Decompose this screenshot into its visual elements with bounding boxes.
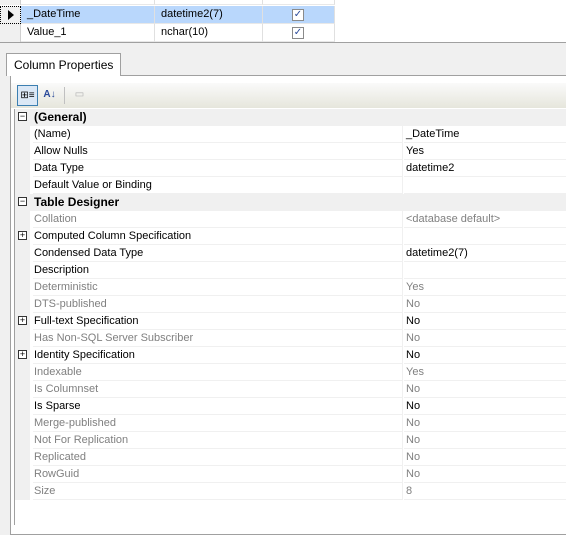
property-name: Allow Nulls xyxy=(33,143,403,160)
property-row[interactable]: Deterministic Yes xyxy=(15,279,566,296)
property-name: (Name) xyxy=(33,126,403,143)
property-value: No xyxy=(404,432,566,449)
property-row[interactable]: DTS-published No xyxy=(15,296,566,313)
property-row[interactable]: + Full-text Specification No xyxy=(15,313,566,330)
property-value: No xyxy=(404,330,566,347)
property-value: Yes xyxy=(404,279,566,296)
property-row[interactable]: Is Sparse No xyxy=(15,398,566,415)
property-row[interactable]: Merge-published No xyxy=(15,415,566,432)
property-value: No xyxy=(404,415,566,432)
property-name: Merge-published xyxy=(33,415,403,432)
property-name: Table Designer xyxy=(34,195,120,209)
toolbar-divider xyxy=(64,87,65,104)
property-row[interactable]: + Computed Column Specification xyxy=(15,228,566,245)
property-name: Replicated xyxy=(33,449,403,466)
property-row[interactable]: Condensed Data Type datetime2(7) xyxy=(15,245,566,262)
property-name: Deterministic xyxy=(33,279,403,296)
column-name-cell[interactable]: Value_1 xyxy=(21,24,155,42)
property-category[interactable]: − (General) xyxy=(15,109,566,126)
property-row[interactable]: (Name) _DateTime xyxy=(15,126,566,143)
property-name: Computed Column Specification xyxy=(33,228,403,245)
table-row[interactable]: _DateTime datetime2(7) ✓ xyxy=(0,6,566,24)
property-value[interactable] xyxy=(404,228,566,245)
collapse-icon[interactable]: − xyxy=(18,197,27,206)
data-type-cell[interactable]: datetime2(7) xyxy=(155,6,263,24)
table-row-partial xyxy=(0,0,566,5)
property-name: Data Type xyxy=(33,160,403,177)
property-name: Not For Replication xyxy=(33,432,403,449)
property-name: Default Value or Binding xyxy=(33,177,403,194)
property-row[interactable]: Allow Nulls Yes xyxy=(15,143,566,160)
property-grid: − (General) (Name) _DateTime Allow Nulls Yes D… xyxy=(14,109,566,525)
property-value[interactable]: datetime2 xyxy=(404,160,566,177)
property-row[interactable]: RowGuid No xyxy=(15,466,566,483)
columns-grid: _DateTime datetime2(7) ✓ Value_1 nchar(1… xyxy=(0,0,566,43)
property-row[interactable]: Not For Replication No xyxy=(15,432,566,449)
property-value[interactable] xyxy=(404,177,566,194)
allow-nulls-checkbox[interactable]: ✓ xyxy=(292,9,304,21)
property-name: DTS-published xyxy=(33,296,403,313)
property-name: (General) xyxy=(34,110,87,124)
categorized-icon[interactable]: ⊞≡ xyxy=(17,85,38,106)
property-value: No xyxy=(404,381,566,398)
property-name: Indexable xyxy=(33,364,403,381)
tab-column-properties[interactable]: Column Properties xyxy=(6,53,121,76)
property-name: Size xyxy=(33,483,403,500)
allow-nulls-checkbox[interactable]: ✓ xyxy=(292,27,304,39)
property-row[interactable]: Description xyxy=(15,262,566,279)
property-name: Identity Specification xyxy=(33,347,403,364)
property-value: Yes xyxy=(404,364,566,381)
property-name: Full-text Specification xyxy=(33,313,403,330)
collapse-icon[interactable]: − xyxy=(18,112,27,121)
expand-icon[interactable]: + xyxy=(18,231,27,240)
property-name: Collation xyxy=(33,211,403,228)
property-value: <database default> xyxy=(404,211,566,228)
property-value[interactable]: _DateTime xyxy=(404,126,566,143)
sort-alphabetical-icon[interactable]: A↓ xyxy=(39,85,60,106)
property-name: Condensed Data Type xyxy=(33,245,403,262)
property-value: No xyxy=(404,296,566,313)
property-row[interactable]: Replicated No xyxy=(15,449,566,466)
property-row[interactable]: Collation <database default> xyxy=(15,211,566,228)
property-value[interactable]: Yes xyxy=(404,143,566,160)
property-name: Is Sparse xyxy=(33,398,403,415)
property-value[interactable] xyxy=(404,262,566,279)
row-selector-arrow-icon[interactable] xyxy=(0,6,21,24)
property-value: 8 xyxy=(404,483,566,500)
property-toolbar: ⊞≡ A↓ ▭ xyxy=(11,83,566,108)
expand-icon[interactable]: + xyxy=(18,350,27,359)
property-row[interactable]: + Identity Specification No xyxy=(15,347,566,364)
property-row[interactable]: Is Columnset No xyxy=(15,381,566,398)
property-value[interactable]: datetime2(7) xyxy=(404,245,566,262)
property-name: Has Non-SQL Server Subscriber xyxy=(33,330,403,347)
property-row[interactable]: Size 8 xyxy=(15,483,566,500)
property-category[interactable]: − Table Designer xyxy=(15,194,566,211)
property-name: RowGuid xyxy=(33,466,403,483)
property-value[interactable]: No xyxy=(404,313,566,330)
property-value: No xyxy=(404,449,566,466)
data-type-cell[interactable]: nchar(10) xyxy=(155,24,263,42)
property-row[interactable]: Data Type datetime2 xyxy=(15,160,566,177)
property-name: Description xyxy=(33,262,403,279)
property-row[interactable]: Has Non-SQL Server Subscriber No xyxy=(15,330,566,347)
property-name: Is Columnset xyxy=(33,381,403,398)
property-row[interactable]: Indexable Yes xyxy=(15,364,566,381)
property-value[interactable]: No xyxy=(404,398,566,415)
column-name-cell[interactable]: _DateTime xyxy=(21,6,155,24)
expand-icon[interactable]: + xyxy=(18,316,27,325)
table-row[interactable]: Value_1 nchar(10) ✓ xyxy=(0,24,566,42)
property-row[interactable]: Default Value or Binding xyxy=(15,177,566,194)
property-value: No xyxy=(404,466,566,483)
property-pages-icon[interactable]: ▭ xyxy=(69,85,90,106)
property-value[interactable]: No xyxy=(404,347,566,364)
